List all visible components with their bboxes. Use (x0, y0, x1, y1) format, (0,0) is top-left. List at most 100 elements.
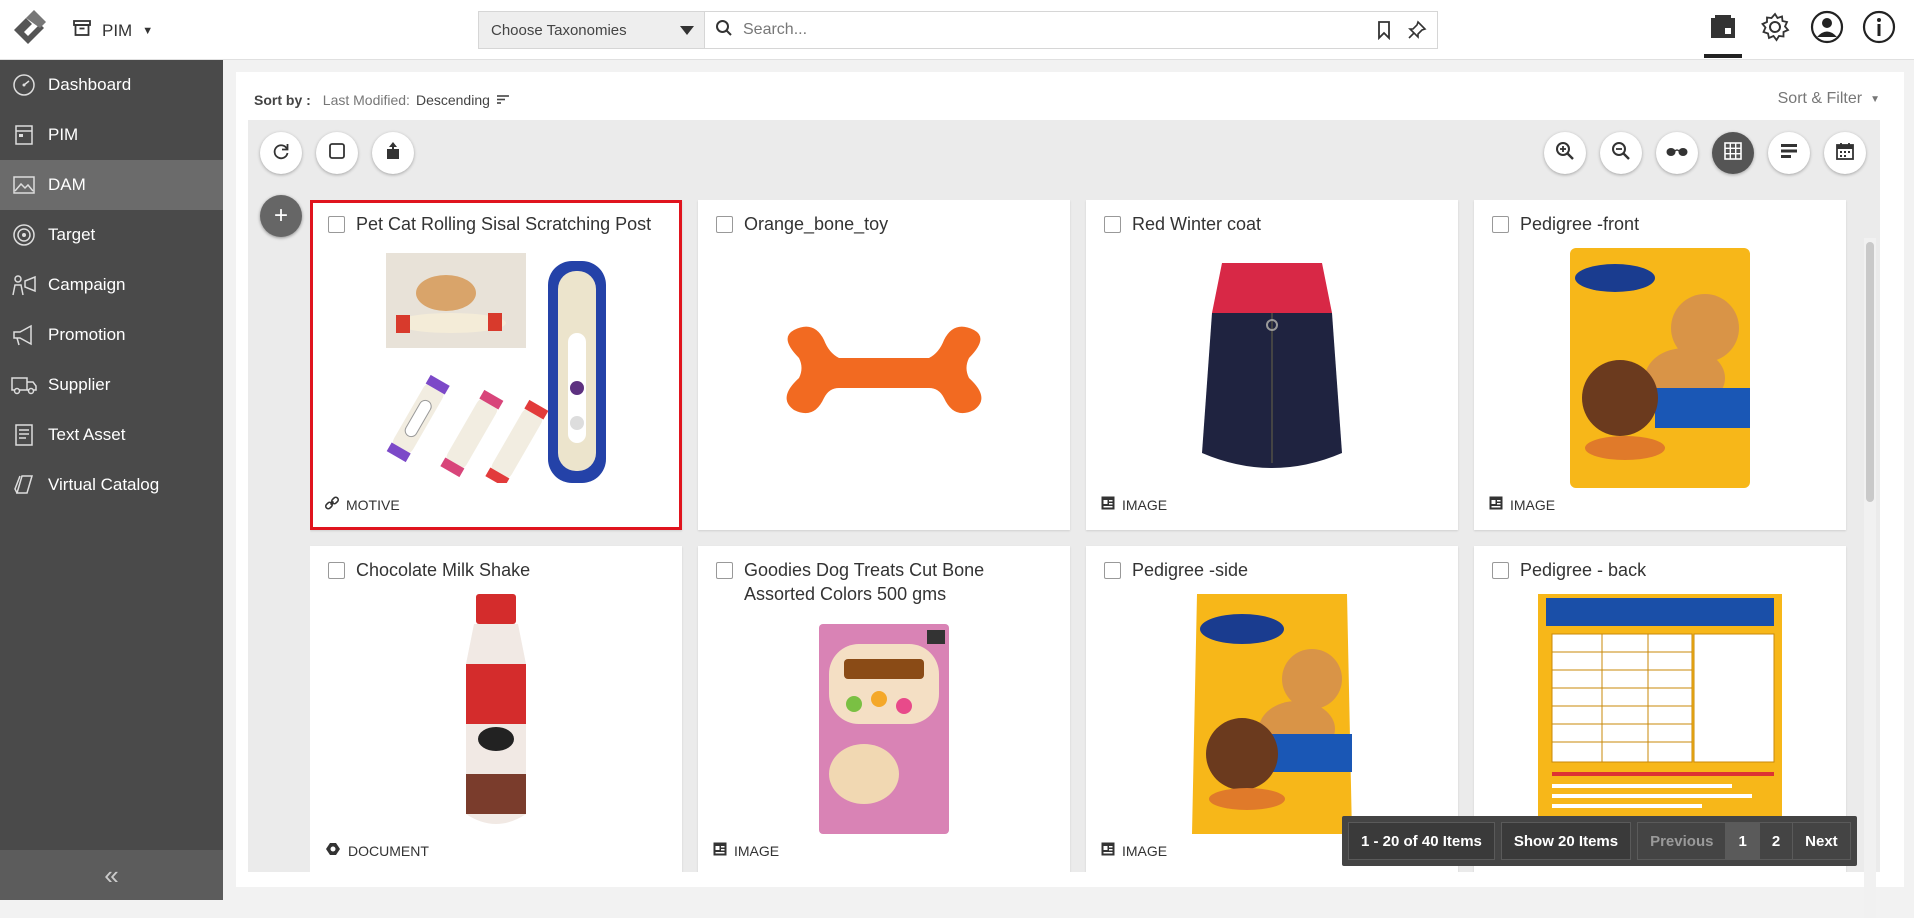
asset-checkbox[interactable] (328, 216, 345, 233)
link-icon (324, 495, 340, 514)
document-icon (10, 423, 38, 447)
sidebar-item-promotion[interactable]: Promotion (0, 310, 223, 360)
sidebar-item-dashboard[interactable]: Dashboard (0, 60, 223, 110)
asset-checkbox[interactable] (1492, 216, 1509, 233)
app-logo[interactable] (6, 8, 52, 52)
settings-button[interactable] (1754, 8, 1796, 50)
asset-title: Pedigree - back (1520, 560, 1647, 580)
preview-button[interactable] (1656, 132, 1698, 174)
sort-field[interactable]: Last Modified: (323, 92, 410, 108)
refresh-button[interactable] (260, 132, 302, 174)
sort-filter-toggle[interactable]: Sort & Filter ▼ (1778, 90, 1880, 108)
search-input[interactable] (743, 21, 1343, 39)
asset-type-label: IMAGE (1510, 496, 1556, 513)
sidebar-item-label: Promotion (48, 325, 126, 344)
double-chevron-left-icon: « (104, 859, 119, 890)
sidebar-item-label: Target (48, 225, 96, 244)
sidebar-item-text-asset[interactable]: Text Asset (0, 410, 223, 460)
scrollbar-thumb[interactable] (1866, 242, 1874, 502)
sidebar-collapse-button[interactable]: « (0, 850, 223, 900)
bookmark-icon[interactable] (1375, 20, 1393, 45)
asset-title: Pedigree -side (1132, 560, 1249, 580)
chocolate-milk-shake-image (466, 594, 526, 824)
next-page-button[interactable]: Next (1793, 823, 1850, 859)
search-icon (715, 19, 733, 42)
zoom-in-icon (1555, 141, 1575, 166)
image-type-icon (1100, 841, 1116, 860)
sidebar-item-dam[interactable]: DAM (0, 160, 223, 210)
taxonomy-select[interactable]: Choose Taxonomies (478, 11, 705, 49)
sidebar-item-label: PIM (48, 125, 79, 144)
asset-checkbox[interactable] (1492, 562, 1509, 579)
page-size-button[interactable]: Show 20 Items (1500, 822, 1632, 860)
sidebar-item-target[interactable]: Target (0, 210, 223, 260)
asset-title: Orange_bone_toy (744, 214, 889, 234)
add-asset-button[interactable]: + (260, 195, 302, 237)
asset-type-label: IMAGE (1122, 496, 1168, 513)
book-icon (10, 473, 38, 497)
zoom-in-button[interactable] (1544, 132, 1586, 174)
asset-thumbnail (366, 594, 626, 834)
asset-checkbox[interactable] (716, 562, 733, 579)
asset-checkbox[interactable] (716, 216, 733, 233)
sort-label: Sort by : (254, 92, 311, 108)
image-type-icon (1488, 495, 1504, 514)
list-view-button[interactable] (1768, 132, 1810, 174)
asset-title: Pet Cat Rolling Sisal Scratching Post (356, 214, 652, 234)
asset-card[interactable]: Chocolate Milk Shake DOCUMENT (310, 546, 682, 872)
asset-card[interactable]: Pedigree -front IMAGE (1474, 200, 1846, 530)
asset-type: IMAGE (1100, 841, 1167, 860)
asset-thumbnail (754, 248, 1014, 488)
asset-card[interactable]: Red Winter coat IMAGE (1086, 200, 1458, 530)
asset-type-label: DOCUMENT (348, 842, 429, 859)
goodies-dog-treats-image (819, 624, 949, 834)
asset-checkbox[interactable] (328, 562, 345, 579)
asset-type: IMAGE (1100, 495, 1167, 514)
previous-page-button[interactable]: Previous (1638, 823, 1727, 859)
pin-icon[interactable] (1407, 20, 1427, 45)
asset-type-label: IMAGE (734, 842, 780, 859)
vertical-scrollbar[interactable] (1864, 238, 1876, 918)
export-button[interactable] (372, 132, 414, 174)
calendar-view-button[interactable] (1824, 132, 1866, 174)
asset-card[interactable]: Pet Cat Rolling Sisal Scratching Post MO… (310, 200, 682, 530)
image-type-icon (712, 841, 728, 860)
sidebar-item-campaign[interactable]: Campaign (0, 260, 223, 310)
asset-checkbox[interactable] (1104, 562, 1121, 579)
dashboard-icon (10, 73, 38, 97)
asset-type-label: MOTIVE (346, 496, 400, 513)
zoom-out-button[interactable] (1600, 132, 1642, 174)
dropdown-arrow-icon (680, 26, 694, 35)
page-number-button[interactable]: 2 (1760, 823, 1794, 859)
main-panel: Sort by : Last Modified: Descending Sort… (236, 72, 1904, 918)
checkbox-icon (328, 142, 346, 165)
asset-area: + Pet Cat Rolling Sisal Scratching Post (248, 120, 1880, 918)
asset-card[interactable]: Orange_bone_toy (698, 200, 1070, 530)
red-winter-coat-image (1202, 263, 1342, 468)
zoom-out-icon (1611, 141, 1631, 166)
sidebar-item-pim[interactable]: PIM (0, 110, 223, 160)
asset-thumbnail (1530, 248, 1790, 488)
asset-checkbox[interactable] (1104, 216, 1121, 233)
toolbar-left (260, 132, 414, 174)
pedigree-side-image (1192, 594, 1352, 834)
export-icon (384, 141, 402, 166)
info-icon (1862, 10, 1896, 49)
sort-bar: Sort by : Last Modified: Descending (254, 92, 510, 108)
item-range: 1 - 20 of 40 Items (1348, 822, 1495, 860)
select-all-button[interactable] (316, 132, 358, 174)
info-button[interactable] (1858, 8, 1900, 50)
dam-workspace-button[interactable] (1702, 8, 1744, 58)
sidebar-item-virtual-catalog[interactable]: Virtual Catalog (0, 460, 223, 510)
refresh-icon (271, 141, 291, 166)
asset-card[interactable]: Goodies Dog Treats Cut Bone Assorted Col… (698, 546, 1070, 872)
sort-lines-icon[interactable] (496, 92, 510, 108)
sidebar-item-label: Virtual Catalog (48, 475, 160, 494)
sidebar-item-supplier[interactable]: Supplier (0, 360, 223, 410)
page-number-button[interactable]: 1 (1726, 823, 1760, 859)
sort-direction[interactable]: Descending (416, 92, 490, 108)
profile-button[interactable] (1806, 8, 1848, 50)
asset-title: Red Winter coat (1132, 214, 1262, 234)
grid-view-button[interactable] (1712, 132, 1754, 174)
app-switcher[interactable]: PIM ▼ (72, 18, 153, 43)
